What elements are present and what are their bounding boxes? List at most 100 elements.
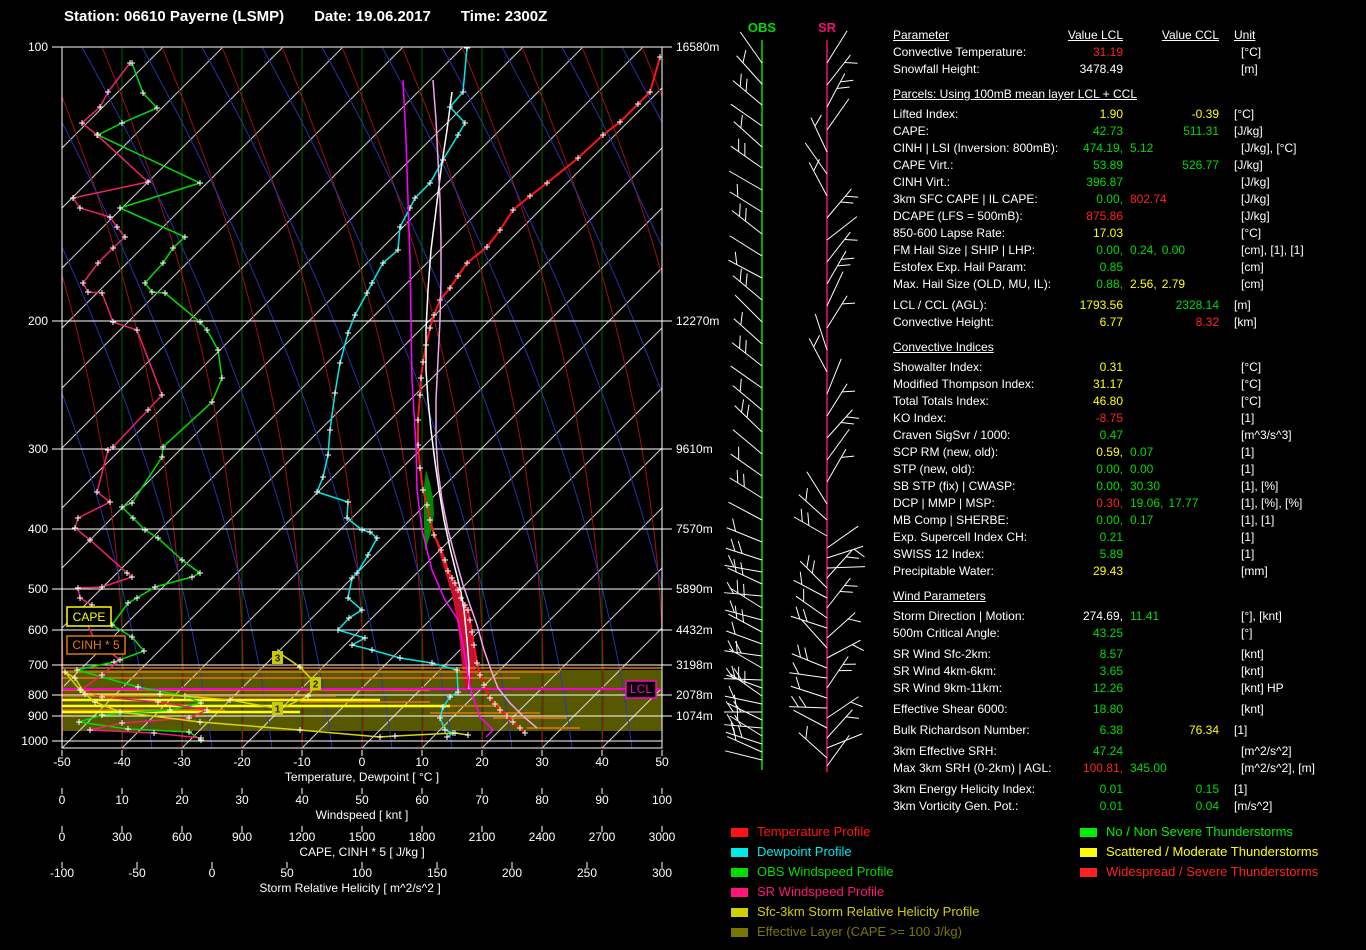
wind-barb	[826, 358, 842, 395]
legend-label: Widespread / Severe Thunderstorms	[1106, 864, 1319, 879]
param-row: Showalter Index: 0.31 [°C]	[893, 360, 1262, 374]
wind-barb	[729, 477, 763, 499]
legend-swatch	[731, 887, 748, 897]
wind-barb	[732, 80, 763, 106]
svg-text:20: 20	[175, 793, 189, 807]
svg-text:300: 300	[652, 866, 672, 880]
svg-text:Storm Relative Helicity [ m^2/: Storm Relative Helicity [ m^2/s^2 ]	[259, 881, 440, 895]
legend-label: Effective Layer (CAPE >= 100 J/kg)	[757, 924, 962, 939]
svg-text:3000: 3000	[649, 830, 676, 844]
obs-wind-column: OBS	[724, 20, 776, 770]
wind-barb	[732, 275, 763, 301]
param-row: Estofex Exp. Hail Param: 0.85 [cm]	[893, 260, 1264, 274]
wind-barb	[728, 170, 763, 191]
legend-item: Widespread / Severe Thunderstorms	[1080, 862, 1318, 882]
wind-barb	[798, 732, 828, 759]
param-row: Total Totals Index: 46.80 [°C]	[893, 394, 1262, 408]
param-row: Craven SigSvr / 1000: 0.47 [m^3/s^3]	[893, 428, 1292, 442]
wind-barb	[808, 162, 828, 197]
wind-barb	[793, 516, 828, 537]
param-row: Storm Direction | Motion: 274.69, 11.41 [°]…	[893, 609, 1282, 623]
svg-text:250: 250	[577, 866, 597, 880]
svg-text:3198m: 3198m	[676, 658, 713, 672]
legend-item: SR Windspeed Profile	[731, 882, 980, 902]
profile-legend: Temperature Profile Dewpoint Profile OBS W…	[731, 822, 980, 942]
legend-item: Sfc-3km Storm Relative Helicity Profile	[731, 902, 980, 922]
svg-text:0: 0	[209, 866, 216, 880]
wind-barb	[826, 566, 865, 569]
legend-item: Effective Layer (CAPE >= 100 J/kg)	[731, 922, 980, 942]
wind-barb	[724, 695, 763, 705]
svg-text:40: 40	[595, 755, 609, 769]
legend-item: OBS Windspeed Profile	[731, 862, 980, 882]
wind-barb	[725, 547, 763, 561]
param-row: 3km Effective SRH: 47.24 [m^2/s^2]	[893, 744, 1292, 758]
svg-text:30: 30	[535, 755, 549, 769]
svg-text:70: 70	[475, 793, 489, 807]
svg-text:12270m: 12270m	[676, 314, 719, 328]
param-row: 3km Energy Helicity Index: 0.01 0.15 [1]	[893, 782, 1248, 796]
sr-wind-column: SR	[789, 20, 865, 772]
skewt-chart: 100200300400500600700800900100016580m122…	[21, 20, 865, 895]
legend-item: Scattered / Moderate Thunderstorms	[1080, 842, 1318, 862]
legend-swatch	[731, 847, 748, 857]
legend-label: Temperature Profile	[757, 824, 871, 839]
wind-barb	[795, 595, 828, 619]
wind-barb	[733, 121, 763, 148]
param-row: SR Wind 4km-6km: 3.65 [knt]	[893, 664, 1264, 678]
svg-text:200: 200	[28, 314, 48, 328]
param-row: SWISS 12 Index: 5.89 [1]	[893, 547, 1255, 561]
svg-text:-40: -40	[113, 755, 131, 769]
virtual-temp-profile	[402, 79, 495, 738]
svg-text:500: 500	[28, 582, 48, 596]
wind-barb	[727, 567, 763, 585]
svg-text:50: 50	[280, 866, 294, 880]
svg-text:-30: -30	[173, 755, 191, 769]
wind-barb	[826, 30, 848, 64]
wind-barb	[826, 250, 847, 285]
svg-text:CAPE, CINH * 5 [ J/kg ]: CAPE, CINH * 5 [ J/kg ]	[299, 845, 424, 859]
moist-parcel-profile	[432, 79, 538, 729]
wind-barb	[826, 525, 859, 549]
svg-text:Temperature, Dewpoint [ °C ]: Temperature, Dewpoint [ °C ]	[285, 770, 439, 784]
svg-text:600: 600	[28, 623, 48, 637]
svg-text:1074m: 1074m	[676, 709, 713, 723]
svg-text:16580m: 16580m	[676, 40, 719, 54]
svg-text:100: 100	[28, 40, 48, 54]
parameter-table: Parameter Value LCL Value CCL Unit Convectiv…	[893, 27, 1363, 815]
svg-text:900: 900	[28, 709, 48, 723]
bottom-axes: -50 -40 -30 -20 -10 0 10 20 30 40 50Temperature, D…	[50, 750, 676, 895]
sr-column-label: SR	[818, 20, 837, 35]
param-row: SCP RM (new, old): 0.59, 0.07 [1]	[893, 445, 1255, 459]
param-row: LCL / CCL (AGL): 1793.56 2328.14 [m]	[893, 298, 1251, 312]
wind-barb	[826, 54, 851, 86]
wind-barb	[826, 448, 847, 483]
wind-barb	[826, 656, 849, 689]
param-row: 500m Critical Angle: 43.25 [°]	[893, 626, 1253, 640]
svg-text:100: 100	[652, 793, 672, 807]
wind-barb	[791, 653, 828, 669]
wind-barb	[729, 235, 763, 257]
param-row: MB Comp | SHERBE: 0.00, 0.17 [1], [1]	[893, 513, 1275, 527]
section-header: Wind Parameters	[893, 589, 986, 603]
svg-text:10: 10	[115, 793, 129, 807]
svg-text:80: 80	[535, 793, 549, 807]
dewpoint-profile-markers	[314, 47, 470, 740]
wind-barb	[808, 338, 828, 373]
param-row: SB STP (fix) | CWASP: 0.00, 30.30 [1], [%]	[893, 479, 1279, 493]
wind-barb	[814, 313, 828, 351]
section-header: Convective Indices	[893, 340, 994, 354]
param-row: DCAPE (LFS = 500mB): 875.86 [J/kg]	[893, 209, 1270, 223]
wind-barb	[826, 271, 844, 307]
param-row: STP (new, old): 0.00, 0.00 [1]	[893, 462, 1255, 476]
svg-text:90: 90	[595, 793, 609, 807]
legend-swatch	[1080, 867, 1097, 877]
legend-label: OBS Windspeed Profile	[757, 864, 894, 879]
param-row: CINH Virt.: 396.87 [J/kg]	[893, 175, 1270, 189]
svg-text:0: 0	[59, 830, 66, 844]
param-row: CAPE Virt.: 53.89 526.77 [J/kg]	[893, 158, 1263, 172]
wind-barb	[730, 453, 763, 477]
legend-item: Temperature Profile	[731, 822, 980, 842]
severity-legend: No / Non Severe Thunderstorms Scattered /…	[1080, 822, 1318, 882]
legend-label: Dewpoint Profile	[757, 844, 852, 859]
